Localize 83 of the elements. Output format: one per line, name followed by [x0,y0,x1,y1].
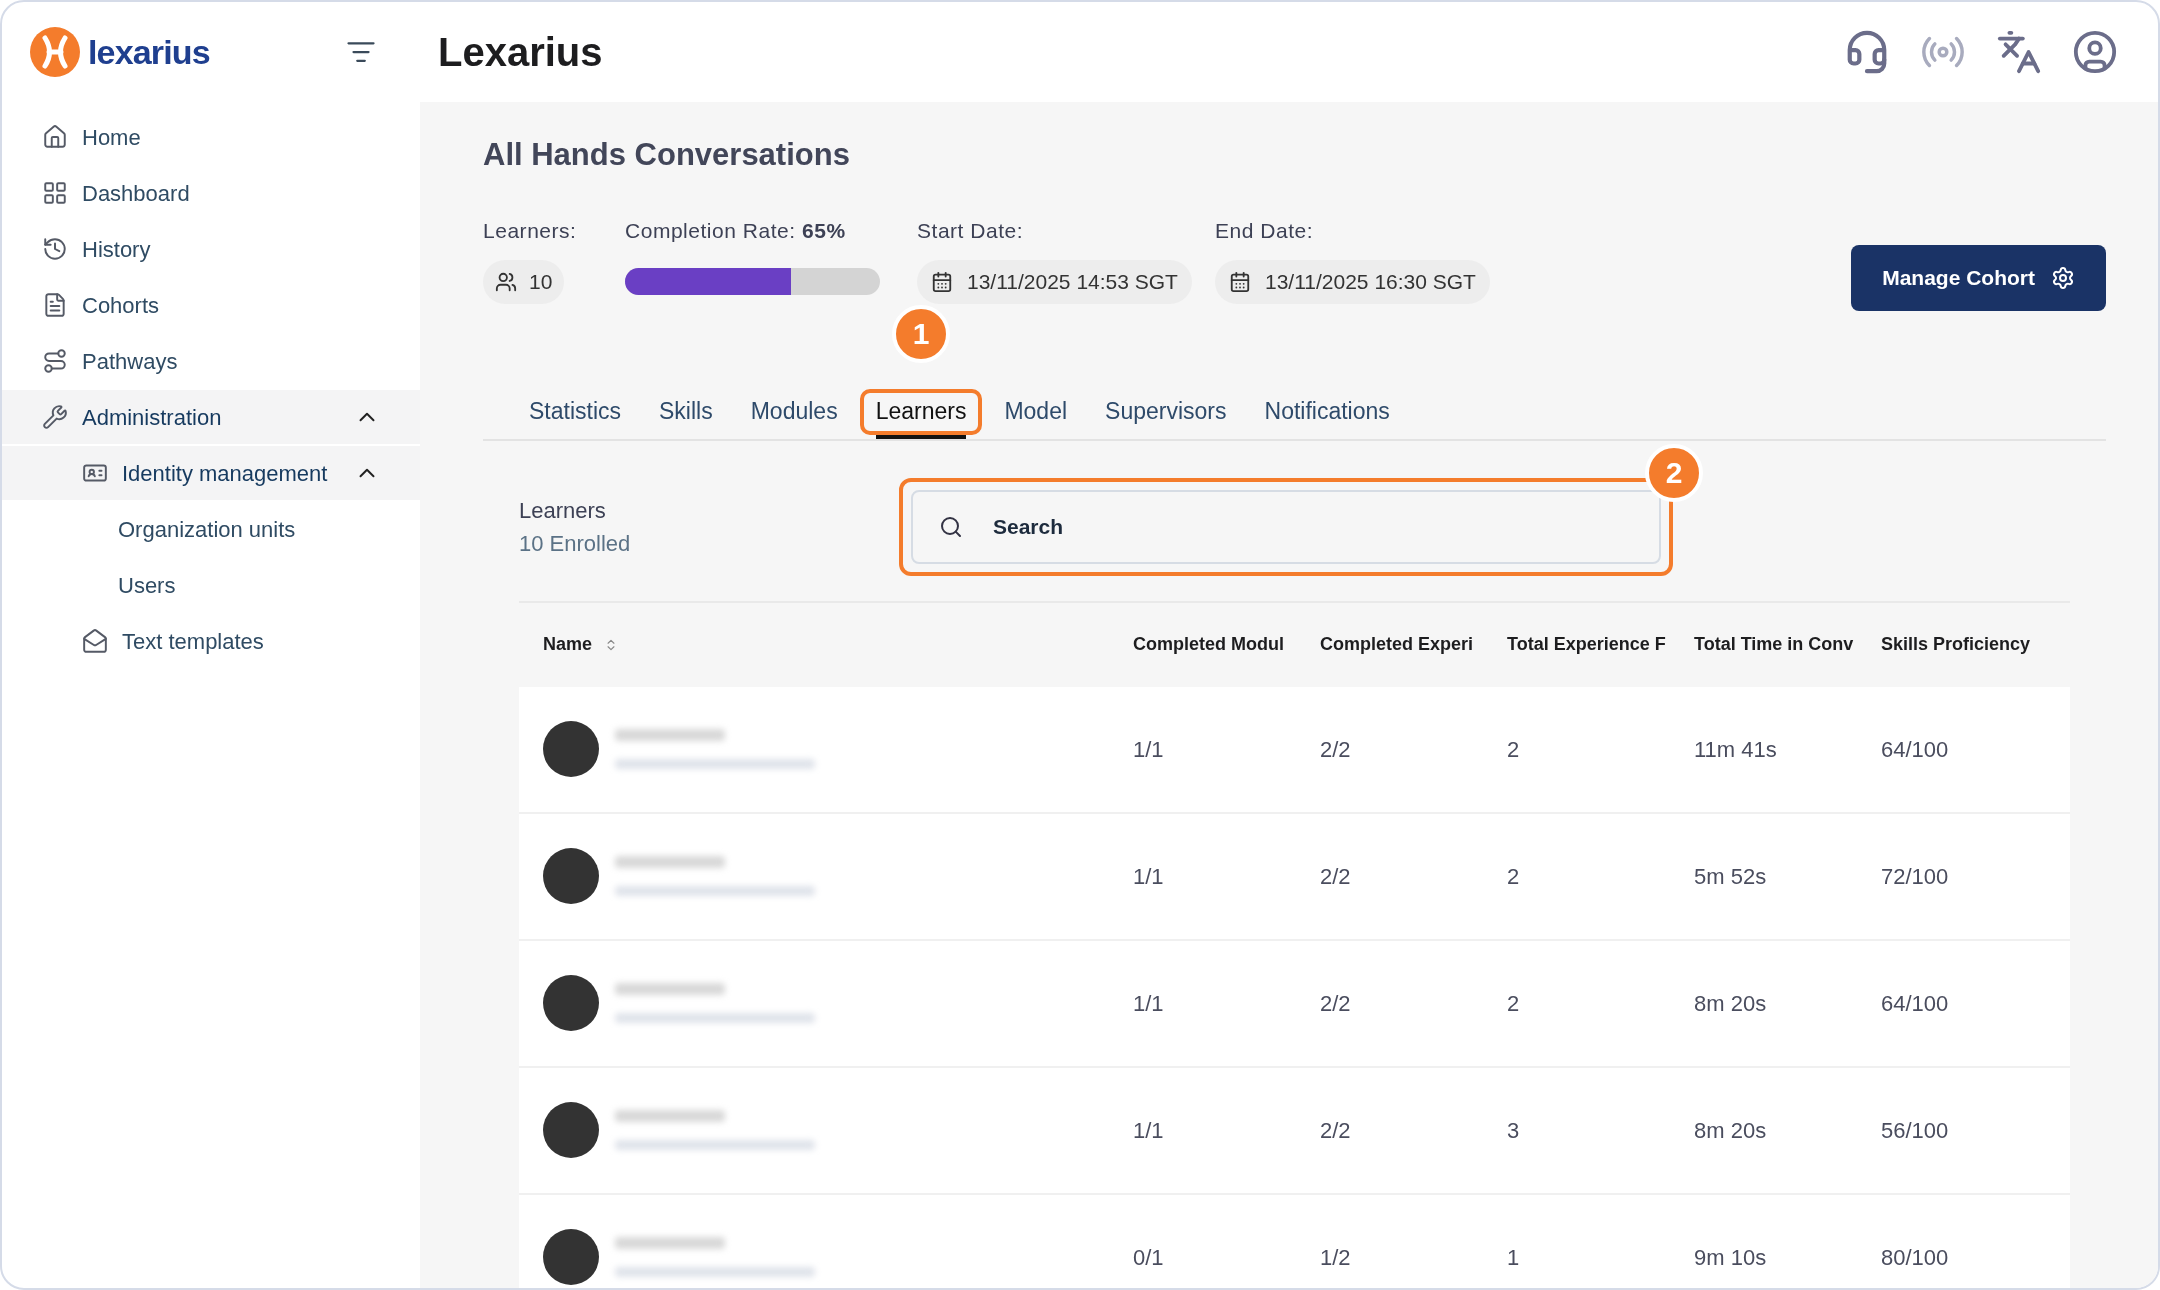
envelope-icon [82,628,108,654]
column-header[interactable]: Name [543,631,601,658]
step-badge: 1 [892,304,951,363]
table-cell: 1/1 [1133,736,1164,762]
sidebar-item[interactable]: Organization units [2,502,420,556]
tab[interactable]: Supervisors [1089,388,1243,435]
home-icon [42,124,68,150]
sidebar-item[interactable]: Text templates [2,614,420,668]
settings-icon [2051,265,2075,290]
table-cell: 2/2 [1320,863,1351,889]
grid-icon [42,180,68,206]
table-cell: 80/100 [1881,1244,1949,1270]
calendar-icon [1229,271,1251,293]
table-cell: 2/2 [1320,736,1351,762]
avatar [543,721,599,777]
table-cell: 2 [1507,736,1520,762]
sidebar-item[interactable]: Home [2,110,420,164]
learners-count-pill: 10 [483,260,565,304]
tab[interactable]: Notifications [1248,388,1406,435]
avatar [543,975,599,1031]
table-cell: 3 [1507,1117,1520,1143]
cohort-title: All Hands Conversations [483,136,851,174]
stat-label: Completion Rate: 65% [625,217,847,244]
sidebar-item[interactable]: Cohorts [2,278,420,332]
table-cell: 11m 41s [1694,736,1777,762]
sidebar-item[interactable]: Administration [2,390,420,444]
table-cell: 64/100 [1881,990,1949,1016]
history-icon [42,236,68,262]
section-title: Learners [519,496,607,525]
avatar [543,1102,599,1158]
column-header: Skills Proficiency [1881,633,2032,656]
tab[interactable]: Modules [734,388,854,435]
table-cell: 1/2 [1320,1244,1351,1270]
table-cell: 1 [1507,1244,1520,1270]
sidebar-item[interactable]: Identity management [2,446,420,500]
tab[interactable]: Model [988,388,1084,435]
table-cell: 72/100 [1881,863,1949,889]
stat-label: End Date: [1215,217,1315,244]
table-cell: 56/100 [1881,1117,1949,1143]
stat-label: Learners: [483,217,578,244]
manage-cohort-button[interactable]: Manage Cohort [1851,244,2106,311]
sidebar-item[interactable]: Dashboard [2,166,420,220]
search-field[interactable]: Search [911,489,1661,564]
column-header: Completed Modul [1133,633,1285,656]
app-title: Lexarius [438,29,603,76]
table-cell: 2 [1507,990,1520,1016]
stat-label: Start Date: [917,217,1025,244]
wrench-icon [42,404,68,430]
logo-icon [30,27,80,77]
step-badge: 2 [1645,443,1703,502]
date-pill: 13/11/2025 14:53 SGT [917,260,1192,304]
table-cell: 9m 10s [1694,1244,1767,1270]
column-header: Total Time in Conv [1694,633,1855,656]
table-cell: 1/1 [1133,863,1164,889]
translate-icon[interactable] [1996,29,2042,75]
users-icon [495,271,517,293]
logo-text: lexarius [88,31,210,73]
table-cell: 0/1 [1133,1244,1164,1270]
table-cell: 8m 20s [1694,1117,1767,1143]
column-header: Total Experience F [1507,633,1667,656]
enrolled-count: 10 Enrolled [519,529,632,558]
table-cell: 64/100 [1881,736,1949,762]
table-cell: 2/2 [1320,990,1351,1016]
sidebar-item[interactable]: History [2,222,420,276]
table-cell: 2 [1507,863,1520,889]
document-icon [42,292,68,318]
table-cell: 2/2 [1320,1117,1351,1143]
avatar [543,848,599,904]
date-pill: 13/11/2025 16:30 SGT [1215,260,1490,304]
search-icon [939,514,963,539]
avatar [543,1229,599,1285]
tab[interactable]: Statistics [513,388,638,435]
user-icon[interactable] [2072,29,2118,75]
column-header: Completed Experi [1320,633,1475,656]
calendar-icon [931,271,953,293]
table-cell: 5m 52s [1694,863,1767,889]
table-cell: 1/1 [1133,990,1164,1016]
table-cell: 8m 20s [1694,990,1767,1016]
route-icon [42,348,68,374]
table-cell: 1/1 [1133,1117,1164,1143]
sidebar-item[interactable]: Users [2,558,420,612]
sidebar-item[interactable]: Pathways [2,334,420,388]
tab[interactable]: Skills [643,388,729,435]
